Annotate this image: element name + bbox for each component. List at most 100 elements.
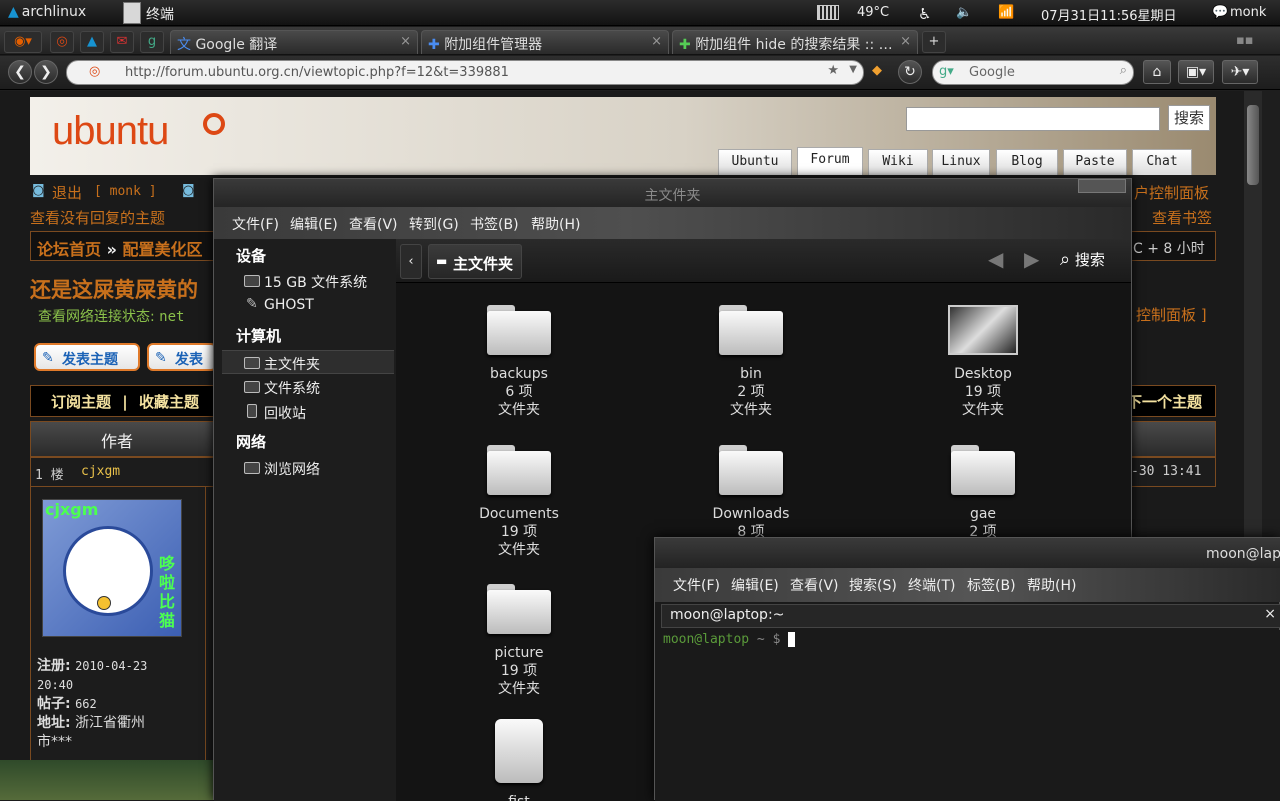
- tab-list-icon[interactable]: ▪▪: [1236, 33, 1254, 48]
- menu-tabs[interactable]: 标签(B): [967, 575, 1016, 595]
- sidebar-item-filesystem-15gb[interactable]: 15 GB 文件系统: [222, 269, 394, 293]
- folder-item-documents[interactable]: Documents 19 项文件夹: [439, 445, 599, 559]
- tab-arch-icon[interactable]: ▲: [80, 31, 104, 53]
- menu-search[interactable]: 搜索(S): [849, 575, 897, 595]
- file-item-fist[interactable]: fist: [439, 719, 599, 801]
- volume-icon[interactable]: 🔈: [956, 5, 972, 20]
- forum-search-input[interactable]: [906, 107, 1160, 131]
- folder-item-desktop[interactable]: Desktop 19 项文件夹: [903, 305, 1063, 419]
- tab-gmail-icon[interactable]: ✉: [110, 31, 134, 53]
- folder-item-picture[interactable]: picture 19 项文件夹: [439, 584, 599, 698]
- sidebar-item-ghost[interactable]: ✎ GHOST: [222, 294, 394, 318]
- tab-chat[interactable]: Chat: [1132, 149, 1192, 175]
- keyboard-icon[interactable]: [817, 5, 839, 20]
- tab-forum[interactable]: Forum: [797, 147, 863, 175]
- subscribe-link[interactable]: 订阅主题: [51, 393, 111, 411]
- network-status-link[interactable]: 查看网络连接状态: net: [38, 306, 184, 326]
- menu-file[interactable]: 文件(F): [232, 214, 279, 234]
- addon-button[interactable]: ✈▾: [1222, 60, 1258, 84]
- post-author-link[interactable]: cjxgm: [81, 464, 120, 479]
- terminal-output[interactable]: moon@laptop ~ $: [655, 630, 1280, 801]
- bookmarks-button[interactable]: ▣▾: [1178, 60, 1214, 84]
- bookmark-star-icon[interactable]: ★: [827, 63, 839, 78]
- breadcrumb-home[interactable]: 论坛首页: [37, 240, 101, 259]
- clock[interactable]: 07月31日11:56星期日: [1041, 5, 1177, 24]
- sidebar-item-filesystem[interactable]: 文件系统: [222, 375, 394, 399]
- reply-button[interactable]: ✎ 发表: [147, 343, 217, 371]
- forward-arrow-icon[interactable]: ▶: [1024, 247, 1039, 271]
- firefox-menu-icon[interactable]: ◉▾: [4, 31, 42, 53]
- sidebar-item-home[interactable]: 主文件夹: [222, 350, 394, 374]
- tab-google-translate[interactable]: 文 Google 翻译 ×: [170, 30, 418, 54]
- menu-help[interactable]: 帮助(H): [531, 214, 580, 234]
- path-button-home[interactable]: ▬ 主文件夹: [428, 244, 522, 279]
- wifi-icon[interactable]: 📶: [998, 5, 1014, 20]
- tab-ubuntu[interactable]: Ubuntu: [718, 149, 792, 175]
- window-controls[interactable]: [1078, 179, 1126, 193]
- tab-google-icon[interactable]: g: [140, 31, 164, 53]
- folder-item-backups[interactable]: backups 6 项文件夹: [439, 305, 599, 419]
- feed-icon[interactable]: ◆: [872, 63, 882, 78]
- search-button[interactable]: ⌕ 搜索: [1060, 249, 1105, 270]
- unanswered-link[interactable]: 查看没有回复的主题: [30, 207, 165, 228]
- sidebar-item-browse-network[interactable]: 浏览网络: [222, 456, 394, 480]
- new-tab-button[interactable]: +: [922, 31, 946, 53]
- path-left-button[interactable]: ‹: [400, 244, 422, 279]
- distro-menu[interactable]: ▲ archlinux: [8, 4, 86, 20]
- tab-wiki[interactable]: Wiki: [868, 149, 928, 175]
- bookmark-topic-link[interactable]: 收藏主题: [139, 393, 199, 411]
- url-bar[interactable]: ◎ http://forum.ubuntu.org.cn/viewtopic.p…: [66, 60, 864, 85]
- menu-file[interactable]: 文件(F): [673, 575, 720, 595]
- menu-edit[interactable]: 编辑(E): [731, 575, 779, 595]
- menu-view[interactable]: 查看(V): [349, 214, 398, 234]
- forward-button[interactable]: ❯: [34, 60, 58, 84]
- terminal-tab[interactable]: moon@laptop:~ ×: [661, 604, 1280, 628]
- menu-view[interactable]: 查看(V): [790, 575, 839, 595]
- ubuntu-logo[interactable]: ubuntu: [52, 109, 169, 154]
- scrollbar-thumb[interactable]: [1247, 105, 1259, 185]
- tab-ubuntu-icon[interactable]: ◎: [50, 31, 74, 53]
- forum-search-button[interactable]: 搜索: [1168, 105, 1210, 131]
- close-icon[interactable]: ×: [651, 34, 662, 49]
- history-dropdown-icon[interactable]: ▼: [849, 64, 857, 75]
- home-button[interactable]: ⌂: [1143, 60, 1171, 84]
- menu-bookmarks[interactable]: 书签(B): [470, 214, 519, 234]
- user-name[interactable]: monk: [1230, 5, 1266, 20]
- control-panel-right[interactable]: 控制面板 ]: [1136, 304, 1207, 325]
- menu-terminal[interactable]: 终端(T): [908, 575, 955, 595]
- username-link[interactable]: [ monk ]: [94, 184, 157, 199]
- chat-icon[interactable]: 💬: [1212, 5, 1228, 20]
- folder-item-bin[interactable]: bin 2 项文件夹: [671, 305, 831, 419]
- tab-addon-search[interactable]: ✚ 附加组件 hide 的搜索结果 :: … ×: [672, 30, 918, 54]
- folder-item-downloads[interactable]: Downloads 8 项: [671, 445, 831, 541]
- menu-edit[interactable]: 编辑(E): [290, 214, 338, 234]
- menu-go[interactable]: 转到(G): [409, 214, 459, 234]
- folder-item-gae[interactable]: gae 2 项: [903, 445, 1063, 541]
- control-panel-link[interactable]: 户控制面板: [1134, 182, 1209, 203]
- sidebar-item-trash[interactable]: 回收站: [222, 400, 394, 424]
- back-button[interactable]: ❮: [8, 60, 32, 84]
- post-time: -30 13:41: [1131, 464, 1202, 479]
- new-topic-button[interactable]: ✎ 发表主题: [34, 343, 140, 371]
- devices-header: 设备: [236, 247, 267, 265]
- search-icon[interactable]: ⌕: [1120, 63, 1127, 78]
- close-icon[interactable]: ×: [1264, 606, 1276, 622]
- site-icon: ◎: [89, 64, 101, 79]
- search-box[interactable]: g▾ Google ⌕: [932, 60, 1134, 85]
- tab-paste[interactable]: Paste: [1063, 149, 1127, 175]
- close-icon[interactable]: ×: [900, 34, 911, 49]
- breadcrumb-section[interactable]: 配置美化区: [123, 240, 203, 259]
- bookmarks-link[interactable]: 查看书签: [1152, 207, 1212, 228]
- task-terminal[interactable]: 终端: [146, 4, 174, 24]
- tab-blog[interactable]: Blog: [996, 149, 1058, 175]
- logout-link[interactable]: 退出: [52, 182, 82, 203]
- accessibility-icon[interactable]: ♿: [918, 5, 931, 23]
- tab-addon-manager[interactable]: ✚ 附加组件管理器 ×: [421, 30, 669, 54]
- close-icon[interactable]: ×: [400, 34, 411, 49]
- reload-button[interactable]: ↻: [898, 60, 922, 84]
- task-thumbnail[interactable]: [123, 2, 141, 24]
- tab-linux[interactable]: Linux: [932, 149, 990, 175]
- back-arrow-icon[interactable]: ◀: [988, 247, 1003, 271]
- menu-help[interactable]: 帮助(H): [1027, 575, 1076, 595]
- next-topic-link[interactable]: 下一个主题: [1127, 391, 1202, 412]
